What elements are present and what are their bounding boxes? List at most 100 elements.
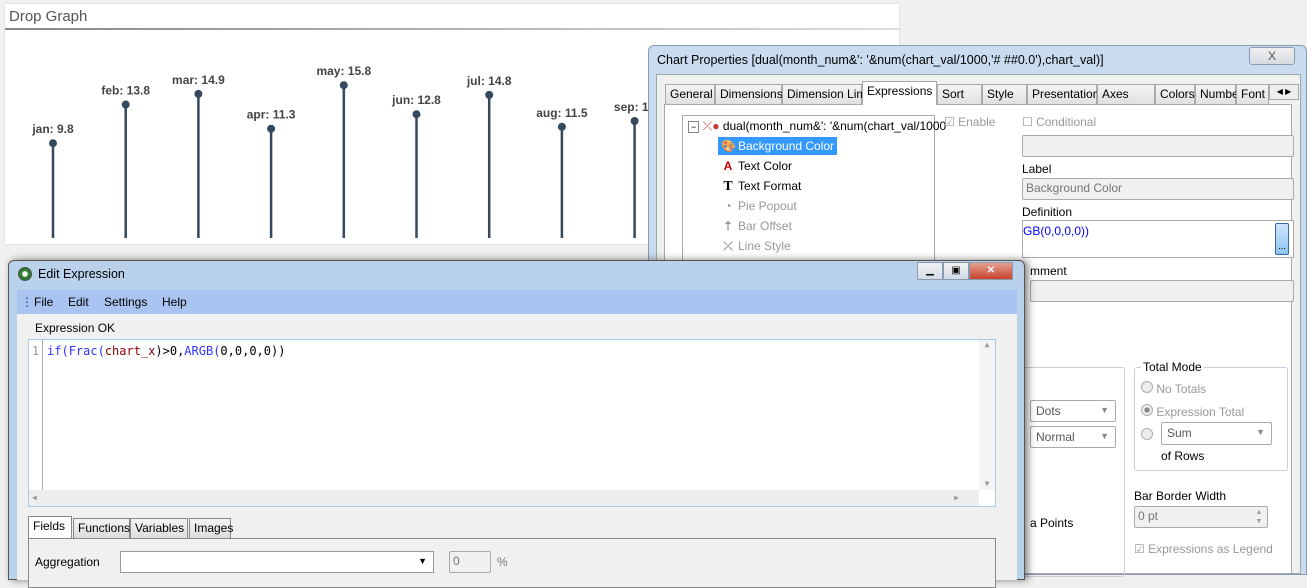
tree-item-pie-popout[interactable]: ◔ Pie Popout [718,197,800,215]
symbol-select[interactable]: Dots ▼ [1030,400,1116,422]
menu-help[interactable]: Help [162,295,187,309]
comment-input[interactable] [1030,280,1294,302]
code-keyword: if( [47,344,69,358]
tree-item-text-format[interactable]: T Text Format [718,177,804,195]
close-button[interactable]: X [1249,47,1295,65]
data-label-jul: jul: 14.8 [466,74,512,88]
tab-dimensions[interactable]: Dimensions [715,84,783,104]
minimize-button[interactable]: ▁ [917,262,943,280]
menu-file[interactable]: File [34,295,53,309]
total-mode-heading: Total Mode [1141,360,1204,374]
no-totals-radio[interactable]: No Totals [1141,381,1206,396]
data-label-may: may: 15.8 [316,64,371,78]
tab-axes[interactable]: Axes [1097,84,1155,104]
line-number: 1 [29,340,43,506]
bar-offset-icon: ⇡ [722,219,734,233]
point-mar[interactable] [194,89,203,98]
code-function: ARGB( [184,344,221,358]
enable-checkbox[interactable]: ☑ Enable [944,115,995,129]
tree-item-text-color[interactable]: A Text Color [718,157,795,175]
tab-scroll-arrows[interactable]: ◀ ▶ [1269,84,1299,100]
expression-code: if(Frac(chart_x)>0,ARGB(0,0,0,0)) [47,344,285,358]
tab-presentation[interactable]: Presentation [1027,84,1099,104]
percent-label: % [497,555,508,569]
qlikview-logo-icon [18,267,32,281]
tab-variables[interactable]: Variables [130,518,188,538]
tab-colors[interactable]: Colors [1155,84,1195,104]
conditional-input[interactable] [1022,135,1294,157]
data-label-feb: feb: 13.8 [101,84,150,98]
data-label-mar: mar: 14.9 [172,73,225,87]
tab-number[interactable]: Number [1195,84,1243,104]
tab-fields[interactable]: Fields [28,516,72,539]
expression-status: Expression OK [35,321,116,335]
tree-item-label: Text Color [738,159,793,173]
radio-icon [1141,381,1153,393]
code-args: 0,0,0,0)) [220,344,286,358]
point-jan[interactable] [49,139,57,148]
vertical-scrollbar[interactable]: ▲ ▼ [979,340,995,490]
pie-icon: ◔ [724,199,732,213]
tab-functions[interactable]: Functions [73,518,130,538]
point-may[interactable] [339,81,348,90]
tree-item-label: Line Style [738,239,791,253]
expression-total-label: Expression Total [1156,405,1245,419]
bar-border-width-input[interactable]: 0 pt [1134,506,1268,528]
maximize-button[interactable]: ▣ [943,262,969,280]
sum-radio[interactable] [1141,428,1153,443]
label-heading: Label [1022,162,1052,176]
tree-item-line-style[interactable]: ⤫ Line Style [718,237,794,255]
window-title: Edit Expression [38,267,125,281]
code-function: Frac( [68,344,105,358]
tab-images[interactable]: Images [189,518,233,538]
of-rows-label: of Rows [1161,449,1205,463]
edit-expression-window: Edit Expression ▁ ▣ ✕ ⋮ File Edit Settin… [8,260,1025,588]
menu-edit[interactable]: Edit [68,295,89,309]
radio-selected-icon [1141,404,1153,416]
tab-style[interactable]: Style [982,84,1027,104]
line-select[interactable]: Normal ▼ [1030,426,1116,448]
tree-item-label: Text Format [738,179,802,193]
point-sep[interactable] [630,116,639,125]
tree-root[interactable]: − ⤫● dual(month_num&': '&num(chart_val/1… [685,117,949,135]
palette-icon: 🎨 [721,139,736,153]
aggregation-label: Aggregation [35,555,100,569]
definition-input[interactable]: GB(0,0,0,0)) [1022,220,1294,258]
dropdown-arrow-icon: ▼ [1100,405,1109,415]
conditional-checkbox[interactable]: ☐ Conditional [1022,115,1096,129]
point-aug[interactable] [557,122,566,131]
point-jun[interactable] [412,110,421,119]
tab-font[interactable]: Font [1236,84,1269,104]
horizontal-scrollbar[interactable]: ◀ ▶ [29,490,979,506]
label-input[interactable]: Background Color [1022,178,1294,200]
dropdown-arrow-icon: ▼ [1256,427,1265,437]
collapse-icon[interactable]: − [688,121,700,133]
spin-buttons[interactable]: ▲ ▼ [1252,508,1266,526]
tab-sort[interactable]: Sort [937,84,982,104]
aggregation-select[interactable]: ▼ [120,551,434,573]
point-jul[interactable] [485,90,494,99]
grip-icon: ⋮ [21,295,33,309]
tree-root-label: dual(month_num&': '&num(chart_val/1000 [722,119,947,133]
tab-expressions[interactable]: Expressions [862,81,937,105]
percent-input[interactable]: 0 [449,551,491,573]
expressions-as-legend-checkbox[interactable]: ☑ Expressions as Legend [1134,542,1273,556]
code-operator: )>0, [155,344,185,358]
edit-expression-body: ⋮ File Edit Settings Help Expression OK … [17,290,1017,588]
sum-select[interactable]: Sum ▼ [1161,422,1272,445]
menu-settings[interactable]: Settings [104,295,147,309]
expression-editor[interactable]: 1 if(Frac(chart_x)>0,ARGB(0,0,0,0)) ▲ ▼ ◀… [28,339,996,507]
point-apr[interactable] [267,124,276,133]
dropdown-arrow-icon: ▼ [1100,431,1109,441]
bar-border-width-label: Bar Border Width [1134,489,1227,503]
fields-panel: Aggregation ▼ 0 % [28,538,996,588]
close-button[interactable]: ✕ [969,262,1013,280]
point-feb[interactable] [121,100,130,109]
tree-item-background-color[interactable]: 🎨 Background Color [718,137,838,155]
expression-total-radio[interactable]: Expression Total [1141,404,1244,419]
tab-dimension-limits[interactable]: Dimension Limits [782,84,878,104]
browse-button[interactable]: ... [1275,223,1289,255]
tab-general[interactable]: General [665,84,715,104]
tree-item-bar-offset[interactable]: ⇡ Bar Offset [718,217,795,235]
text-color-icon: A [723,159,733,173]
